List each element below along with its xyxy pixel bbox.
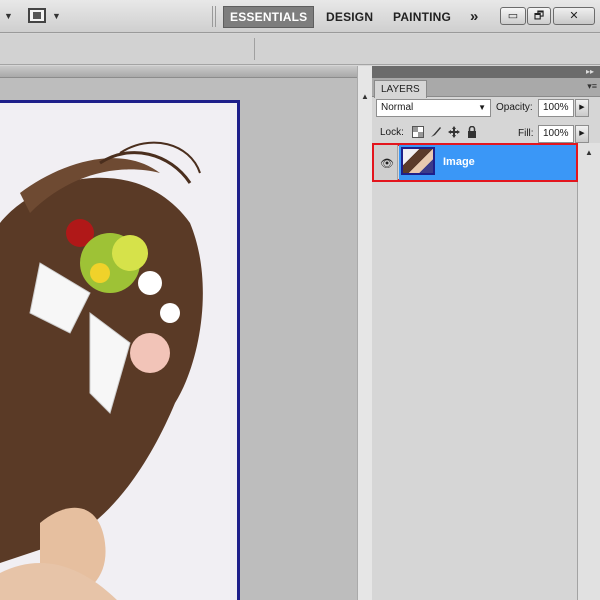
opacity-label: Opacity: [496, 102, 533, 113]
blend-mode-value: Normal [381, 102, 414, 113]
panel-menu-icon[interactable]: ▾≡ [587, 81, 597, 92]
lock-image-pixels-brush-icon[interactable] [430, 126, 442, 138]
document-vertical-scrollbar[interactable]: ▲ [357, 66, 372, 600]
layers-panel: ▸▸ LAYERS ▾≡ Normal ▼ Opacity: 100% ▶ Lo… [372, 66, 600, 600]
workspace-design-button[interactable]: DESIGN [326, 6, 373, 28]
workspace-essentials-button[interactable]: ESSENTIALS [223, 6, 315, 28]
screen-mode-dropdown-icon[interactable]: ▼ [52, 11, 61, 21]
options-bar [0, 34, 600, 65]
lock-transparent-pixels-icon[interactable] [412, 126, 424, 138]
panel-tab-bar: LAYERS ▾≡ [372, 78, 600, 98]
layer-visibility-toggle[interactable]: 👁 [374, 145, 398, 180]
more-workspaces-button[interactable]: » [470, 6, 479, 28]
document-window[interactable] [0, 66, 357, 600]
screen-mode-icon[interactable] [28, 8, 46, 23]
collapse-panel-icon[interactable]: ▸▸ [586, 66, 594, 78]
fill-field[interactable]: 100% [538, 125, 574, 143]
tool-dropdown-arrow-icon[interactable]: ▼ [4, 11, 13, 21]
workspace-painting-button[interactable]: PAINTING [393, 6, 451, 28]
layer-selected-body[interactable]: Image [399, 145, 576, 180]
options-divider [254, 38, 255, 60]
blend-mode-select[interactable]: Normal ▼ [376, 99, 491, 117]
opacity-field[interactable]: 100% [538, 99, 574, 117]
close-button[interactable]: ✕ [553, 7, 595, 25]
panel-header-strip: ▸▸ [372, 66, 600, 78]
lock-label: Lock: [380, 127, 404, 138]
layers-scrollbar[interactable]: ▲ [578, 143, 600, 600]
scroll-up-arrow-icon[interactable]: ▲ [361, 92, 369, 101]
fill-label: Fill: [518, 128, 534, 139]
layer-thumbnail [401, 147, 435, 175]
canvas-image[interactable] [0, 100, 240, 600]
minimize-button[interactable]: ▭ [500, 7, 526, 25]
layers-list [372, 143, 578, 600]
fill-slider-arrow-icon[interactable]: ▶ [575, 125, 589, 143]
eye-icon: 👁 [380, 158, 394, 170]
toolbar-divider [212, 6, 216, 27]
tab-layers[interactable]: LAYERS [374, 80, 427, 98]
layer-name[interactable]: Image [443, 156, 475, 168]
lock-all-padlock-icon[interactable] [466, 126, 478, 138]
document-tab-strip [0, 66, 357, 78]
restore-button[interactable]: 🗗 [527, 7, 551, 25]
chevron-down-icon: ▼ [478, 103, 486, 112]
lock-position-move-icon[interactable] [448, 126, 460, 138]
opacity-slider-arrow-icon[interactable]: ▶ [575, 99, 589, 117]
layer-row-image[interactable]: 👁 Image [372, 143, 578, 182]
scroll-up-arrow-icon[interactable]: ▲ [585, 148, 593, 157]
portrait-photo [0, 141, 203, 600]
application-bar: ▼ ▼ ESSENTIALS DESIGN PAINTING » ▭ 🗗 ✕ [0, 0, 600, 33]
